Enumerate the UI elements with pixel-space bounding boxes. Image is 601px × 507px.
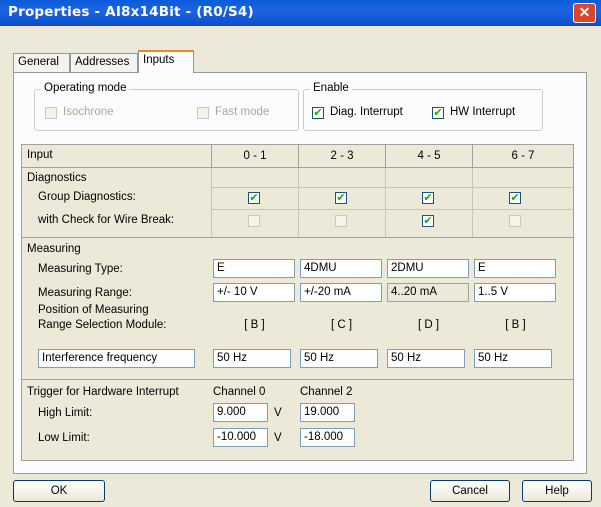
hw-interrupt-label: HW Interrupt bbox=[450, 106, 516, 118]
group-diag-checkbox-6-7[interactable]: ✔ bbox=[509, 192, 521, 204]
high-limit-field-channel-2[interactable]: 19.000 bbox=[300, 403, 355, 422]
position-value-0-1: [ B ] bbox=[244, 319, 265, 331]
trigger-heading: Trigger for Hardware Interrupt bbox=[27, 386, 179, 398]
column-divider bbox=[211, 168, 212, 237]
close-button[interactable]: ✕ bbox=[573, 3, 596, 23]
position-label-line2: Range Selection Module: bbox=[38, 319, 167, 331]
row-divider bbox=[211, 209, 573, 210]
close-icon: ✕ bbox=[578, 4, 591, 20]
measuring-type-field-6-7[interactable]: E bbox=[474, 259, 556, 278]
column-divider bbox=[298, 168, 299, 237]
enable-label: Enable bbox=[310, 82, 352, 94]
table-header: Input 0 - 1 2 - 3 4 - 5 6 - 7 bbox=[22, 145, 573, 168]
interference-field-0-1[interactable]: 50 Hz bbox=[213, 349, 291, 368]
group-diag-checkbox-2-3[interactable]: ✔ bbox=[335, 192, 347, 204]
checkmark-icon: ✔ bbox=[313, 107, 323, 119]
window-title: Properties - AI8x14Bit - (R0/S4) bbox=[8, 4, 254, 20]
help-button[interactable]: Help bbox=[522, 480, 592, 502]
checkmark-icon: ✔ bbox=[423, 192, 433, 204]
checkmark-icon: ✔ bbox=[336, 192, 346, 204]
high-limit-unit: V bbox=[274, 407, 282, 419]
measuring-range-field-0-1[interactable]: +/- 10 V bbox=[213, 283, 295, 302]
tab-addresses[interactable]: Addresses bbox=[70, 53, 138, 72]
checkmark-icon: ✔ bbox=[423, 215, 433, 227]
interference-field-2-3[interactable]: 50 Hz bbox=[300, 349, 378, 368]
channel-header-4-5: 4 - 5 bbox=[385, 145, 472, 167]
tab-general[interactable]: General bbox=[13, 53, 70, 72]
group-diag-checkbox-4-5[interactable]: ✔ bbox=[422, 192, 434, 204]
low-limit-field-channel-2[interactable]: -18.000 bbox=[300, 428, 355, 447]
checkmark-icon: ✔ bbox=[433, 107, 443, 119]
group-diag-checkbox-0-1[interactable]: ✔ bbox=[248, 192, 260, 204]
measuring-type-label: Measuring Type: bbox=[38, 263, 123, 275]
isochrone-checkbox[interactable] bbox=[45, 107, 57, 119]
tab-label: Inputs bbox=[143, 54, 175, 66]
measuring-type-field-0-1[interactable]: E bbox=[213, 259, 295, 278]
position-value-4-5: [ D ] bbox=[417, 319, 440, 331]
fast-mode-label: Fast mode bbox=[215, 106, 270, 118]
properties-dialog: Properties - AI8x14Bit - (R0/S4) ✕ Gener… bbox=[0, 0, 601, 507]
channel-0-heading: Channel 0 bbox=[213, 386, 266, 398]
group-diagnostics-label: Group Diagnostics: bbox=[38, 191, 136, 203]
diag-interrupt-label: Diag. Interrupt bbox=[330, 106, 403, 118]
column-divider bbox=[472, 168, 473, 237]
diagnostics-section: Diagnostics Group Diagnostics: with Chec… bbox=[22, 168, 573, 238]
low-limit-field-channel-0[interactable]: -10.000 bbox=[213, 428, 268, 447]
interference-frequency-label: Interference frequency bbox=[38, 349, 195, 368]
position-value-2-3: [ C ] bbox=[330, 319, 353, 331]
diagnostics-heading: Diagnostics bbox=[27, 172, 87, 184]
input-column-header: Input bbox=[27, 149, 53, 161]
tab-label: Addresses bbox=[75, 56, 130, 68]
measuring-type-field-2-3[interactable]: 4DMU bbox=[300, 259, 382, 278]
enable-group: Enable ✔ Diag. Interrupt ✔ HW Interrupt bbox=[303, 82, 543, 131]
wire-break-checkbox-2-3[interactable] bbox=[335, 215, 347, 227]
parameter-table: Input 0 - 1 2 - 3 4 - 5 6 - 7 Diagnostic… bbox=[21, 144, 574, 461]
tab-label: General bbox=[18, 56, 59, 68]
operating-mode-group: Operating mode Isochrone Fast mode bbox=[34, 82, 299, 131]
position-value-6-7: [ B ] bbox=[505, 319, 526, 331]
channel-2-heading: Channel 2 bbox=[300, 386, 353, 398]
measuring-range-label: Measuring Range: bbox=[38, 287, 132, 299]
isochrone-label: Isochrone bbox=[63, 106, 114, 118]
high-limit-field-channel-0[interactable]: 9.000 bbox=[213, 403, 268, 422]
wire-break-checkbox-6-7[interactable] bbox=[509, 215, 521, 227]
low-limit-label: Low Limit: bbox=[38, 432, 90, 444]
measuring-heading: Measuring bbox=[27, 243, 81, 255]
tab-inputs[interactable]: Inputs bbox=[138, 50, 194, 73]
diag-interrupt-checkbox[interactable]: ✔ bbox=[312, 107, 324, 119]
wire-break-checkbox-4-5[interactable]: ✔ bbox=[422, 215, 434, 227]
cancel-button[interactable]: Cancel bbox=[430, 480, 510, 502]
interference-field-4-5[interactable]: 50 Hz bbox=[387, 349, 465, 368]
wire-break-checkbox-0-1[interactable] bbox=[248, 215, 260, 227]
hw-interrupt-checkbox[interactable]: ✔ bbox=[432, 107, 444, 119]
checkmark-icon: ✔ bbox=[510, 192, 520, 204]
measuring-section: Measuring Measuring Type: Measuring Rang… bbox=[22, 238, 573, 380]
ok-button[interactable]: OK bbox=[13, 480, 105, 502]
trigger-section: Trigger for Hardware Interrupt Channel 0… bbox=[22, 380, 573, 460]
column-divider bbox=[385, 168, 386, 237]
checkmark-icon: ✔ bbox=[249, 192, 259, 204]
channel-header-6-7: 6 - 7 bbox=[472, 145, 573, 167]
measuring-range-field-2-3[interactable]: +/-20 mA bbox=[300, 283, 382, 302]
low-limit-unit: V bbox=[274, 432, 282, 444]
interference-field-6-7[interactable]: 50 Hz bbox=[474, 349, 552, 368]
title-bar[interactable]: Properties - AI8x14Bit - (R0/S4) ✕ bbox=[0, 0, 601, 26]
position-label-line1: Position of Measuring bbox=[38, 304, 149, 316]
measuring-range-field-4-5[interactable]: 4..20 mA bbox=[387, 283, 469, 302]
operating-mode-label: Operating mode bbox=[41, 82, 130, 94]
channel-header-0-1: 0 - 1 bbox=[211, 145, 298, 167]
wire-break-label: with Check for Wire Break: bbox=[38, 214, 175, 226]
measuring-range-field-6-7[interactable]: 1..5 V bbox=[474, 283, 556, 302]
high-limit-label: High Limit: bbox=[38, 407, 93, 419]
fast-mode-checkbox[interactable] bbox=[197, 107, 209, 119]
channel-header-2-3: 2 - 3 bbox=[298, 145, 385, 167]
row-divider bbox=[211, 187, 573, 188]
measuring-type-field-4-5[interactable]: 2DMU bbox=[387, 259, 469, 278]
